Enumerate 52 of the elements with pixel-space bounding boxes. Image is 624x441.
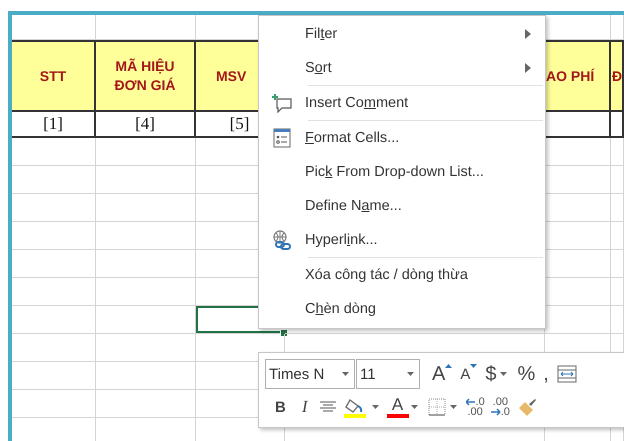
dropdown-arrow-icon [407, 372, 414, 376]
dropdown-arrow-icon [450, 405, 457, 409]
menu-item[interactable]: Xóa công tác / dòng thừa [259, 258, 545, 292]
increase-font-button[interactable]: A [428, 361, 456, 387]
column-header[interactable]: AO PHÍ [545, 40, 611, 112]
caret-icon [445, 364, 452, 368]
format-cells-icon [273, 128, 291, 148]
caret-icon [470, 364, 478, 368]
table-cell[interactable]: [4] [96, 112, 196, 138]
toolbar-button[interactable]: % [513, 361, 540, 387]
submenu-arrow-icon [525, 29, 531, 39]
submenu-arrow-icon [525, 63, 531, 73]
table-cell[interactable] [611, 112, 624, 138]
menu-item-label: Pick From Drop-down List... [305, 164, 485, 180]
menu-item[interactable]: Define Name... [259, 189, 545, 223]
toolbar-button[interactable]: , [539, 361, 553, 387]
dropdown-arrow-icon [372, 405, 379, 409]
menu-item[interactable]: Hyperlink... [259, 223, 545, 257]
column-header[interactable]: Đ [611, 40, 624, 112]
comment-icon [271, 93, 293, 113]
arrow-icon [490, 408, 501, 416]
menu-item-label: Chèn dòng [305, 301, 377, 317]
table-cell[interactable]: [1] [12, 112, 96, 138]
align-center-icon [320, 401, 336, 413]
hyperlink-icon [272, 230, 292, 250]
font-size-field[interactable]: 11 [356, 359, 420, 389]
font-color-button[interactable]: A [384, 394, 411, 420]
paintbrush-icon [516, 398, 537, 416]
borders-icon [428, 398, 446, 416]
toolbar-button[interactable]: $ [481, 361, 500, 387]
fill-handle[interactable] [280, 329, 288, 337]
dropdown-arrow-icon [410, 405, 418, 409]
menu-item-label: Filter [305, 26, 338, 42]
arrow-icon [466, 398, 476, 406]
decrease-font-button[interactable]: A [456, 361, 482, 387]
menu-item-label: Xóa công tác / dòng thừa [305, 267, 469, 283]
increase-decimal-button[interactable]: .0 .00 [462, 394, 488, 420]
menu-item-label: Sort [305, 60, 333, 76]
decrease-decimal-button[interactable]: .00 .0 [488, 394, 513, 420]
wrap-text-icon [556, 365, 577, 383]
menu-item-label: Hyperlink... [305, 232, 379, 248]
font-name-field[interactable]: Times N [265, 359, 355, 389]
menu-item[interactable]: Pick From Drop-down List... [259, 155, 545, 189]
menu-item-label: Format Cells... [305, 130, 400, 146]
menu-item[interactable]: Chèn dòng [259, 292, 545, 326]
italic-button[interactable]: I [294, 394, 316, 420]
column-header[interactable]: MÃ HIỆU ĐƠN GIÁ [96, 40, 196, 112]
dropdown-arrow-icon [342, 372, 349, 376]
bold-button[interactable]: B [271, 394, 294, 420]
column-header[interactable]: STT [12, 40, 96, 112]
menu-item-label: Define Name... [305, 198, 403, 214]
menu-item-label: Insert Comment [305, 95, 410, 111]
